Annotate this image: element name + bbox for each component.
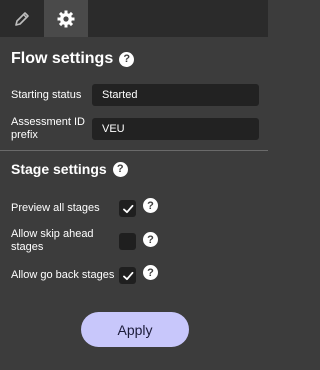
flow-settings-label: Flow settings xyxy=(11,50,114,67)
gear-icon xyxy=(57,10,75,27)
apply-button[interactable]: Apply xyxy=(81,312,189,347)
assessment-id-prefix-field[interactable]: VEU xyxy=(92,118,259,140)
tab-bar xyxy=(0,0,268,37)
starting-status-field[interactable]: Started xyxy=(92,84,259,106)
help-icon[interactable]: ? xyxy=(143,198,158,213)
preview-all-stages-label: Preview all stages xyxy=(11,202,100,214)
pencil-icon xyxy=(15,11,29,26)
help-icon[interactable]: ? xyxy=(143,232,158,247)
tab-settings[interactable] xyxy=(44,0,88,37)
tab-edit[interactable] xyxy=(0,0,44,37)
stage-settings-title: Stage settings ? xyxy=(11,161,128,177)
checkmark-icon xyxy=(122,204,133,213)
assessment-id-prefix-label: Assessment ID prefix xyxy=(11,116,85,141)
allow-go-back-checkbox[interactable] xyxy=(119,267,136,284)
help-icon[interactable]: ? xyxy=(112,161,128,177)
checkmark-icon xyxy=(122,271,133,280)
allow-skip-ahead-label: Allow skip ahead stages xyxy=(11,228,94,253)
allow-skip-ahead-checkbox[interactable] xyxy=(119,233,136,250)
section-divider xyxy=(0,150,268,151)
help-icon[interactable]: ? xyxy=(119,51,135,67)
stage-settings-label: Stage settings xyxy=(11,161,107,177)
preview-all-stages-checkbox[interactable] xyxy=(119,200,136,217)
allow-go-back-label: Allow go back stages xyxy=(11,269,115,281)
flow-settings-title: Flow settings ? xyxy=(11,50,135,68)
help-icon[interactable]: ? xyxy=(143,265,158,280)
starting-status-label: Starting status xyxy=(11,89,82,101)
